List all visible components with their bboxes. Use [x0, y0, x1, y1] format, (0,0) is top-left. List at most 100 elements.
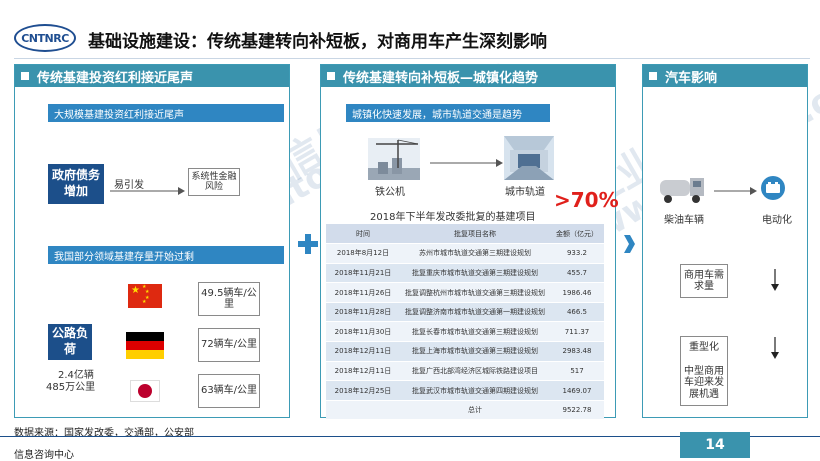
demand-box: 商用车需求量 [680, 264, 728, 298]
star-icon: ★ [142, 299, 147, 305]
table-cell: 2983.48 [550, 341, 604, 362]
right-arrow-icon [430, 159, 503, 167]
square-bullet-icon [21, 72, 29, 80]
table-cell: 2018年11月30日 [326, 321, 400, 343]
germany-value: 72辆车/公里 [200, 339, 258, 351]
table-total-label: 总计 [400, 400, 550, 421]
middle-panel-header: 传统基建转向补短板—城镇化趋势 [321, 65, 615, 87]
table-header: 时间 [326, 224, 400, 245]
germany-value-box: 72辆车/公里 [198, 328, 260, 362]
left-bar-surplus-text: 我国部分领域基建存量开始过剩 [54, 251, 194, 263]
table-row: 2018年12月25日 批复武汉市城市轨道交通第四期建设规划 1469.07 [326, 380, 604, 401]
table-cell: 批复武汉市城市轨道交通第四期建设规划 [400, 380, 550, 401]
table-cell: 933.2 [550, 243, 604, 264]
table-header: 批复项目名称 [400, 224, 550, 245]
down-arrow-icon [771, 337, 779, 359]
road-load-block: 公路负荷 [48, 324, 92, 360]
table-cell: 批复广西北部湾经济区城际铁路建设项目 [400, 361, 550, 382]
table-cell: 2018年12月11日 [326, 361, 400, 382]
table-row: 2018年11月30日 批复长春市城市轨道交通第三期建设规划 711.37 [326, 321, 604, 343]
table-title: 2018年下半年发改委批复的基建项目 [370, 212, 536, 223]
germany-flag [126, 332, 164, 359]
table-row: 2018年8月12日 苏州市城市轨道交通第三期建设规划 933.2 [326, 243, 604, 264]
electric-label: 电动化 [762, 215, 792, 226]
from-label: 铁公机 [375, 187, 405, 198]
left-bar-investment: 大规模基建投资红利接近尾声 [48, 104, 284, 122]
left-panel-header: 传统基建投资红利接近尾声 [15, 65, 289, 87]
table-cell: 批复重庆市城市轨道交通第三期建设规划 [400, 263, 550, 284]
table-total-row: 总计 9522.78 [326, 400, 604, 421]
page-number: 14 [680, 432, 750, 458]
table-cell: 2018年11月26日 [326, 282, 400, 303]
battery-icon [761, 176, 785, 200]
right-arrow-icon [110, 187, 185, 195]
table-cell: 2018年12月25日 [326, 380, 400, 401]
table-total-value: 9522.78 [550, 400, 604, 421]
japan-value-box: 63辆车/公里 [198, 374, 260, 408]
projects-table: 时间 批复项目名称 金额（亿元） 2018年8月12日 苏州市城市轨道交通第三期建… [326, 224, 604, 421]
table-header: 金额（亿元） [550, 224, 604, 245]
plus-icon [298, 234, 318, 254]
gov-debt-text: 政府债务增加 [51, 168, 100, 198]
middle-bar-text: 城镇化快速发展，城市轨道交通是趋势 [352, 109, 522, 121]
table-cell: 2018年11月21日 [326, 263, 400, 284]
right-panel-header: 汽车影响 [643, 65, 807, 87]
road-load-text: 公路负荷 [51, 326, 88, 356]
demand-text: 商用车需求量 [684, 269, 724, 293]
right-panel-title: 汽车影响 [665, 70, 718, 86]
table-row: 2018年12月11日 批复上海市城市轨道交通第三期建设规划 2983.48 [326, 341, 604, 362]
percent-highlight: >70% [554, 188, 619, 212]
mid-heavy-text: 中型商用车迎来发展机遇 [684, 365, 724, 400]
logo: CNTNRC [14, 24, 76, 52]
star-icon: ★ [131, 285, 140, 296]
page-title: 基础设施建设：传统基建转向补短板，对商用车产生深刻影响 [88, 32, 547, 52]
road-length: 485万公里 [46, 382, 96, 393]
table-cell: 苏州市城市轨道交通第三期建设规划 [400, 243, 550, 264]
diesel-label: 柴油车辆 [664, 215, 704, 226]
table-cell: 批复上海市城市轨道交通第三期建设规划 [400, 341, 550, 362]
table-row: 2018年11月28日 批复调整济南市城市轨道交通第一期建设规划 466.5 [326, 302, 604, 323]
left-bar-investment-text: 大规模基建投资红利接近尾声 [54, 109, 184, 121]
table-cell: 2018年11月28日 [326, 302, 400, 323]
chevron-right-icon [624, 235, 635, 253]
table-cell: 2018年12月11日 [326, 341, 400, 362]
table-cell: 1469.07 [550, 380, 604, 401]
down-arrow-icon [771, 269, 779, 291]
metro-image [504, 136, 554, 180]
to-label: 城市轨道 [505, 187, 545, 198]
diesel-truck-image [660, 178, 704, 203]
crane-image [368, 138, 420, 180]
table-row: 2018年12月11日 批复广西北部湾经济区城际铁路建设项目 517 [326, 361, 604, 382]
risk-text: 系统性金融风险 [191, 171, 237, 192]
heavy-box: 重型化 中型商用车迎来发展机遇 [680, 336, 728, 406]
square-bullet-icon [649, 72, 657, 80]
table-cell: 711.37 [550, 321, 604, 343]
square-bullet-icon [327, 72, 335, 80]
table-cell: 517 [550, 361, 604, 382]
org-name: 信息咨询中心 [14, 450, 74, 461]
table-cell: 批复调整杭州市城市轨道交通第三期建设规划 [400, 282, 550, 303]
table-header-row: 时间 批复项目名称 金额（亿元） [326, 224, 604, 245]
table-cell: 批复长春市城市轨道交通第三期建设规划 [400, 321, 550, 343]
gov-debt-block: 政府债务增加 [48, 164, 104, 204]
header-divider [14, 58, 810, 59]
table-cell: 批复调整济南市城市轨道交通第一期建设规划 [400, 302, 550, 323]
right-arrow-icon [714, 187, 757, 195]
table-row: 2018年11月21日 批复重庆市城市轨道交通第三期建设规划 455.7 [326, 263, 604, 284]
table-cell: 455.7 [550, 263, 604, 284]
table-cell: 2018年8月12日 [326, 243, 400, 264]
table-cell: 466.5 [550, 302, 604, 323]
table-cell: 1986.46 [550, 282, 604, 303]
middle-panel-title: 传统基建转向补短板—城镇化趋势 [343, 70, 539, 86]
japan-flag [130, 380, 160, 402]
left-panel-title: 传统基建投资红利接近尾声 [37, 70, 194, 86]
japan-value: 63辆车/公里 [200, 385, 258, 397]
risk-box: 系统性金融风险 [188, 168, 240, 196]
china-value-box: 49.5辆车/公里 [198, 282, 260, 316]
china-value: 49.5辆车/公里 [201, 287, 257, 311]
middle-bar: 城镇化快速发展，城市轨道交通是趋势 [346, 104, 550, 122]
table-cell [326, 400, 400, 421]
table-row: 2018年11月26日 批复调整杭州市城市轨道交通第三期建设规划 1986.46 [326, 282, 604, 303]
heavy-text: 重型化 [689, 342, 719, 353]
china-flag: ★ ★ ★ ★ ★ [128, 284, 162, 308]
